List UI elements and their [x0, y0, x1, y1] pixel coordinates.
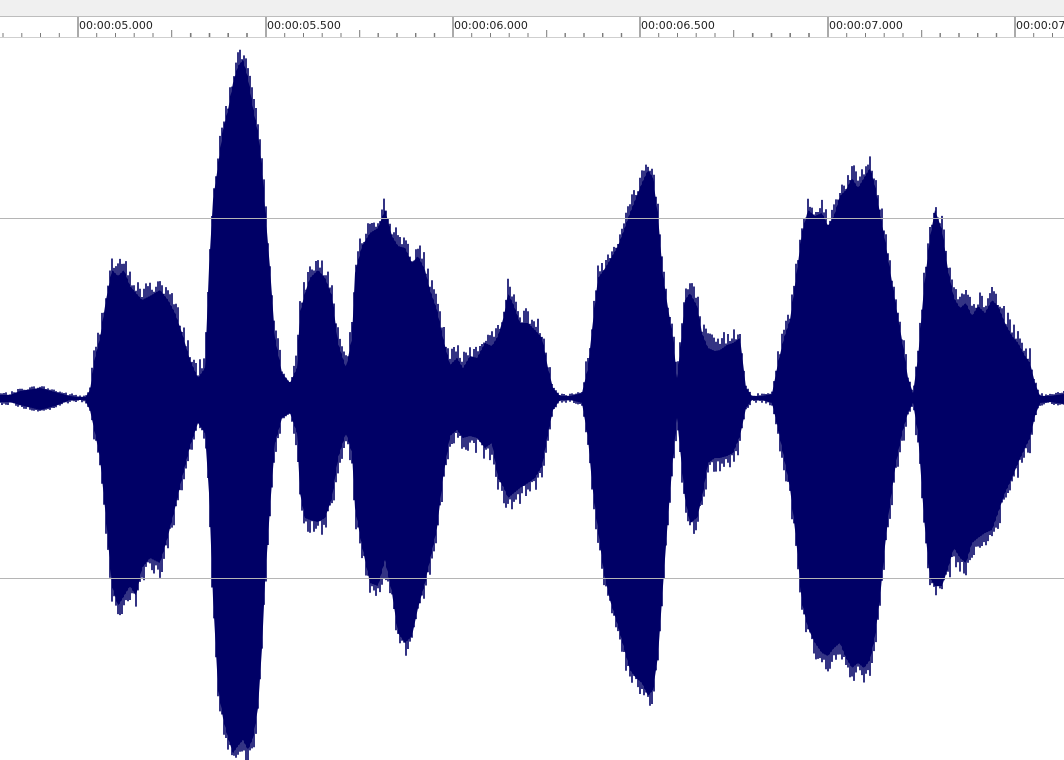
timeline-ruler[interactable]: 00:00:05.000 00:00:05.500 00:00:06.000 0… [0, 17, 1064, 38]
waveform-spikes [0, 49, 1064, 760]
time-label-2: 00:00:06.000 [454, 19, 528, 32]
time-label-0: 00:00:05.000 [79, 19, 153, 32]
waveform-track[interactable] [0, 38, 1064, 760]
audio-waveform [0, 49, 1064, 760]
ruler-ticks [2, 17, 1053, 37]
time-label-3: 00:00:06.500 [641, 19, 715, 32]
time-label-5: 00:00:07. [1016, 19, 1064, 32]
time-label-1: 00:00:05.500 [267, 19, 341, 32]
audio-editor: 00:00:05.000 00:00:05.500 00:00:06.000 0… [0, 0, 1064, 760]
upper-guide-line [0, 218, 1064, 219]
time-label-4: 00:00:07.000 [829, 19, 903, 32]
scroll-strip[interactable] [0, 0, 1064, 17]
lower-guide-line [0, 578, 1064, 579]
